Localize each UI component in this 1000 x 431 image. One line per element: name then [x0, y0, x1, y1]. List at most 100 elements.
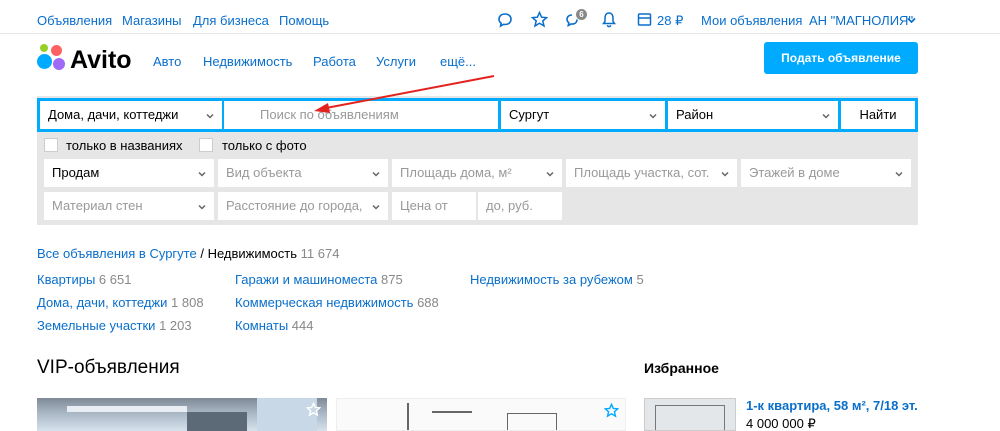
filter-house-area[interactable]: Площадь дома, м² — [392, 159, 562, 187]
filter-land-area[interactable]: Площадь участка, сот. — [566, 159, 737, 187]
district-select[interactable]: Район — [668, 101, 838, 129]
logo-dot-medium — [51, 45, 62, 56]
price-from-placeholder: Цена от — [400, 198, 448, 213]
filter-deal-type-value: Продам — [52, 165, 100, 180]
category-count: 444 — [291, 318, 314, 333]
photo-detail — [187, 412, 247, 431]
price-to-input[interactable]: до, руб. — [478, 192, 562, 220]
chevron-down-icon[interactable] — [907, 17, 916, 24]
filter-house-area-value: Площадь дома, м² — [400, 165, 512, 180]
category-link-label[interactable]: Недвижимость за рубежом — [470, 272, 633, 287]
vip-listing-photo[interactable] — [336, 398, 626, 431]
category-link-commercial[interactable]: Коммерческая недвижимость 688 — [235, 295, 439, 310]
nav-jobs[interactable]: Работа — [313, 54, 356, 69]
chevron-down-icon — [822, 113, 830, 119]
chevron-down-icon — [895, 171, 903, 177]
chevron-down-icon — [206, 113, 214, 119]
category-select-value: Дома, дачи, коттеджи — [48, 107, 179, 122]
bell-icon[interactable] — [601, 11, 617, 28]
chevron-down-icon — [198, 171, 206, 177]
logo-text[interactable]: Avito — [70, 46, 132, 75]
topnav-shops[interactable]: Магазины — [122, 13, 182, 28]
notifications-badge: 6 — [576, 9, 587, 20]
category-link-flats[interactable]: Квартиры 6 651 — [37, 272, 131, 287]
favorite-listing-price: 4 000 000 ₽ — [746, 416, 816, 431]
category-link-label[interactable]: Гаражи и машиноместа — [235, 272, 377, 287]
category-link-land[interactable]: Земельные участки 1 203 — [37, 318, 192, 333]
category-link-abroad[interactable]: Недвижимость за рубежом 5 — [470, 272, 644, 287]
category-link-label[interactable]: Квартиры — [37, 272, 95, 287]
district-select-value: Район — [676, 107, 714, 122]
vip-section-title: VIP-объявления — [37, 357, 180, 378]
find-button[interactable]: Найти — [840, 101, 915, 129]
favorite-star-icon[interactable] — [306, 402, 321, 417]
filter-deal-type[interactable]: Продам — [44, 159, 214, 187]
post-ad-button[interactable]: Подать объявление — [764, 42, 918, 74]
chevron-down-icon — [372, 204, 380, 210]
category-link-label[interactable]: Дома, дачи, коттеджи — [37, 295, 167, 310]
search-input-placeholder: Поиск по объявлениям — [260, 107, 399, 122]
topnav-ads[interactable]: Объявления — [37, 13, 112, 28]
city-select-value: Сургут — [509, 107, 550, 122]
only-photo-label[interactable]: только с фото — [222, 138, 307, 153]
favorite-star-icon[interactable] — [604, 403, 619, 418]
favorites-title: Избранное — [644, 360, 719, 376]
floorplan-detail — [407, 403, 409, 430]
category-count: 1 203 — [159, 318, 192, 333]
category-link-houses[interactable]: Дома, дачи, коттеджи 1 808 — [37, 295, 204, 310]
chevron-down-icon — [546, 171, 554, 177]
only-titles-label[interactable]: только в названиях — [66, 138, 183, 153]
category-count: 688 — [417, 295, 439, 310]
filter-city-distance-value: Расстояние до города, — [226, 198, 363, 213]
city-select[interactable]: Сургут — [501, 101, 665, 129]
filter-city-distance[interactable]: Расстояние до города, — [218, 192, 388, 220]
chat-icon[interactable] — [497, 12, 513, 28]
filter-object-type-value: Вид объекта — [226, 165, 302, 180]
chevron-down-icon — [721, 171, 729, 177]
only-titles-checkbox[interactable] — [44, 138, 58, 152]
nav-auto[interactable]: Авто — [153, 54, 181, 69]
category-link-rooms[interactable]: Комнаты 444 — [235, 318, 314, 333]
photo-detail — [67, 406, 187, 412]
category-link-label[interactable]: Коммерческая недвижимость — [235, 295, 413, 310]
wallet-balance[interactable]: 28 ₽ — [657, 13, 683, 29]
topnav-business[interactable]: Для бизнеса — [193, 13, 269, 28]
floorplan-detail — [432, 411, 472, 413]
favorite-listing-photo[interactable] — [644, 398, 736, 431]
filter-floors-value: Этажей в доме — [749, 165, 840, 180]
breadcrumb-count: 11 674 — [300, 246, 340, 261]
filter-wall-material-value: Материал стен — [52, 198, 143, 213]
logo-dot-small — [40, 44, 48, 52]
chevron-down-icon — [198, 204, 206, 210]
favorite-listing-title[interactable]: 1-к квартира, 58 м², 7/18 эт. — [746, 398, 918, 413]
filter-wall-material[interactable]: Материал стен — [44, 192, 214, 220]
account-menu[interactable]: АН "МАГНОЛИЯ" — [809, 13, 913, 28]
category-count: 6 651 — [98, 272, 132, 287]
price-from-input[interactable]: Цена от — [392, 192, 476, 220]
filter-object-type[interactable]: Вид объекта — [218, 159, 388, 187]
category-link-label[interactable]: Земельные участки — [37, 318, 155, 333]
floorplan-detail — [507, 413, 557, 430]
only-photo-checkbox[interactable] — [199, 138, 213, 152]
wallet-icon[interactable] — [637, 12, 652, 27]
my-ads-link[interactable]: Мои объявления — [701, 13, 802, 28]
nav-more[interactable]: ещё... — [440, 54, 476, 69]
breadcrumb: Все объявления в Сургуте / Недвижимость … — [37, 246, 339, 261]
category-link-label[interactable]: Комнаты — [235, 318, 288, 333]
vip-listing-photo[interactable] — [37, 398, 327, 431]
breadcrumb-separator: / — [196, 246, 208, 261]
chevron-down-icon — [649, 113, 657, 119]
category-link-garages[interactable]: Гаражи и машиноместа 875 — [235, 272, 403, 287]
breadcrumb-all-ads-link[interactable]: Все объявления в Сургуте — [37, 246, 197, 261]
category-count: 1 808 — [171, 295, 204, 310]
nav-services[interactable]: Услуги — [376, 54, 416, 69]
star-icon[interactable] — [531, 11, 548, 28]
logo-dot-violet — [53, 58, 65, 70]
topnav-help[interactable]: Помощь — [279, 13, 329, 28]
chevron-down-icon — [372, 171, 380, 177]
category-select[interactable]: Дома, дачи, коттеджи — [40, 101, 222, 129]
search-input[interactable]: Поиск по объявлениям — [224, 101, 498, 129]
nav-realty[interactable]: Недвижимость — [203, 54, 292, 69]
filter-floors[interactable]: Этажей в доме — [741, 159, 911, 187]
top-bar: Объявления Магазины Для бизнеса Помощь 6… — [0, 0, 1000, 34]
